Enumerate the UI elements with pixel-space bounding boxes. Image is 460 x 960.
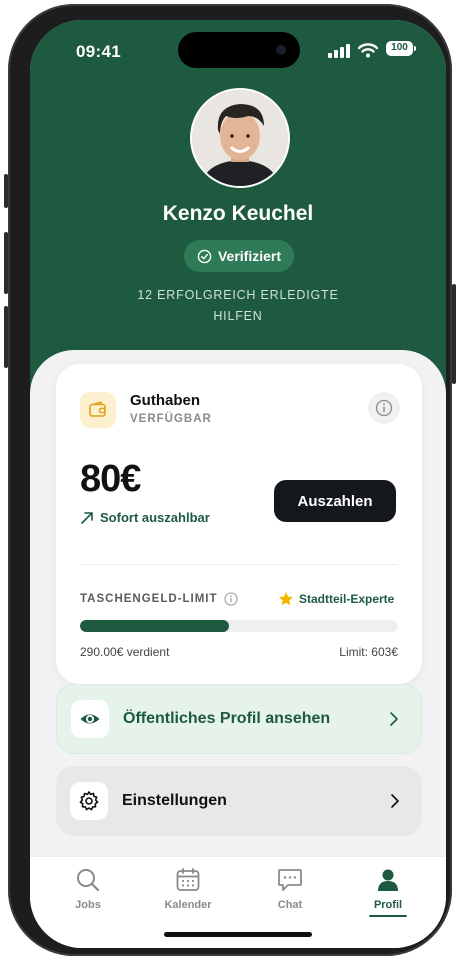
tab-calendar-label: Kalender	[164, 899, 212, 911]
chat-icon	[278, 869, 302, 891]
dynamic-island	[178, 32, 300, 68]
limit-amount: Limit: 603€	[339, 645, 398, 659]
tab-jobs[interactable]: Jobs	[48, 867, 128, 911]
home-indicator[interactable]	[164, 932, 312, 937]
battery-icon: 100	[386, 41, 413, 56]
expert-badge: Stadtteil-Experte	[278, 591, 394, 607]
battery-tip	[414, 46, 416, 51]
status-bar: 09:41 100	[30, 20, 446, 76]
eye-icon	[71, 700, 109, 738]
payout-note-label: Sofort auszahlbar	[100, 510, 210, 525]
limit-progress-fill	[80, 620, 230, 632]
active-tab-indicator	[369, 915, 407, 917]
status-time: 09:41	[76, 42, 121, 61]
settings-label: Einstellungen	[122, 792, 227, 809]
payout-note: Sofort auszahlbar	[80, 510, 210, 525]
wifi-icon	[358, 43, 378, 58]
gear-icon	[70, 782, 108, 820]
screen: 09:41 100 Kenzo Keuchel Verifiziert 12 E…	[30, 20, 446, 948]
balance-amount: 80€	[80, 458, 141, 500]
tab-chat[interactable]: Chat	[250, 867, 330, 911]
search-icon	[77, 869, 100, 892]
card-divider	[80, 564, 398, 565]
public-profile-label: Öffentliches Profil ansehen	[123, 710, 331, 727]
trend-up-arrow-icon	[81, 511, 93, 524]
info-icon	[375, 399, 393, 417]
info-small-icon[interactable]	[223, 592, 238, 606]
person-icon	[378, 869, 398, 891]
power-button	[452, 284, 456, 384]
limit-label-text: TASCHENGELD-LIMIT	[80, 593, 218, 605]
tab-chat-label: Chat	[277, 899, 303, 911]
camera-dot	[276, 45, 286, 55]
action-button	[4, 174, 8, 208]
tab-profile-label: Profil	[373, 899, 403, 911]
verified-label: Verifiziert	[217, 248, 282, 264]
tab-calendar[interactable]: Kalender	[148, 867, 228, 911]
volume-down-button	[4, 306, 8, 368]
profile-header: 09:41 100 Kenzo Keuchel Verifiziert 12 E…	[30, 20, 446, 400]
phone-frame: 09:41 100 Kenzo Keuchel Verifiziert 12 E…	[4, 4, 456, 956]
signal-icon	[328, 44, 350, 58]
settings-button[interactable]: Einstellungen	[56, 766, 422, 836]
verified-badge: Verifiziert	[184, 240, 294, 272]
calendar-icon	[176, 868, 200, 891]
payout-button[interactable]: Auszahlen	[274, 480, 396, 522]
volume-up-button	[4, 232, 8, 294]
balance-card: Guthaben VERFÜGBAR 80€ Sofort auszahlbar…	[56, 364, 422, 684]
check-circle-icon	[197, 249, 212, 263]
balance-subtitle: VERFÜGBAR	[130, 413, 212, 425]
profile-name: Kenzo Keuchel	[162, 202, 314, 225]
tab-profile[interactable]: Profil	[348, 867, 428, 917]
chevron-right-icon	[390, 712, 398, 726]
chevron-right-icon	[391, 794, 399, 808]
balance-title: Guthaben	[130, 392, 200, 409]
earned-amount: 290.00€ verdient	[80, 645, 170, 659]
completed-helps-text: 12 ERFOLGREICH ERLEDIGTE HILFEN	[137, 288, 339, 323]
star-icon	[279, 592, 293, 606]
avatar	[190, 88, 290, 188]
pocket-money-limit-label: TASCHENGELD-LIMIT	[80, 592, 238, 606]
avatar-photo	[192, 90, 288, 186]
public-profile-button[interactable]: Öffentliches Profil ansehen	[56, 684, 422, 754]
wallet-icon	[80, 392, 116, 428]
tab-jobs-label: Jobs	[75, 899, 101, 911]
info-button[interactable]	[368, 392, 400, 424]
limit-progress-bar	[80, 620, 398, 632]
expert-badge-label: Stadtteil-Experte	[299, 592, 395, 606]
